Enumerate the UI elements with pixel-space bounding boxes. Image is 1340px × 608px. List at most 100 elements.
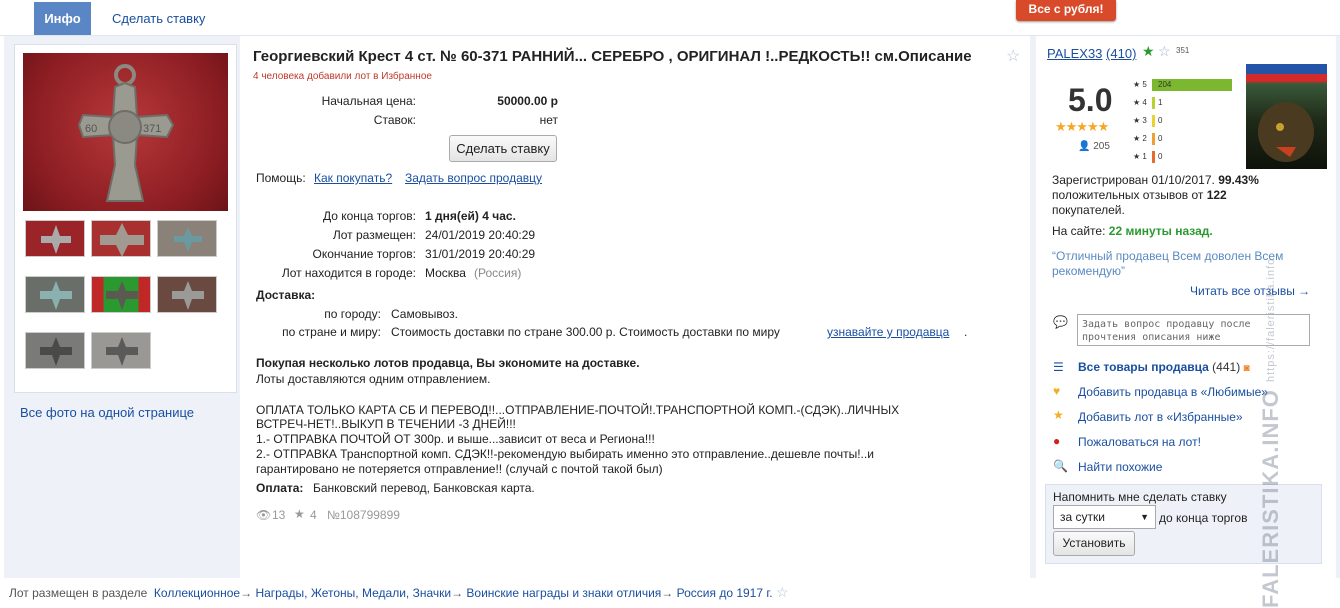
- registered: Зарегистрирован 01/10/2017. 99.43%: [1052, 173, 1259, 187]
- start-price-value: 50000.00 р: [497, 94, 558, 108]
- payment-value: Банковский перевод, Банковская карта.: [313, 481, 535, 495]
- rating-bar: [1152, 133, 1155, 145]
- breadcrumb: Лот размещен в разделе Коллекционное→ На…: [9, 584, 789, 600]
- save-notice: Покупая несколько лотов продавца, Вы эко…: [256, 356, 640, 370]
- description-line: 1.- ОТПРАВКА ПОЧТОЙ ОТ 300р. и выше...за…: [256, 432, 655, 446]
- ends-label: До конца торгов:: [322, 209, 416, 223]
- make-bid-button[interactable]: Сделать ставку: [449, 135, 557, 162]
- lot-number: №108799899: [327, 508, 400, 522]
- rating-row-label: ★ 5: [1133, 80, 1147, 89]
- reminder-label: Напомнить мне сделать ставку: [1053, 490, 1227, 504]
- main-photo[interactable]: 60 371: [23, 53, 228, 211]
- end-label: Окончание торгов:: [312, 247, 417, 261]
- rating-row-count: 1: [1158, 98, 1163, 107]
- delivery-label: Доставка:: [256, 288, 316, 302]
- all-reviews-link[interactable]: Читать все отзывы →: [1190, 284, 1310, 298]
- rating-row-count: 0: [1158, 116, 1163, 125]
- buyers-label: покупателей.: [1052, 203, 1125, 217]
- thumbnail-7[interactable]: [25, 332, 85, 369]
- reviews-count: 👤 205: [1078, 141, 1110, 152]
- rating-row-count: 0: [1158, 134, 1163, 143]
- lot-title: Георгиевский Крест 4 ст. № 60-371 РАННИЙ…: [253, 48, 972, 65]
- list-icon: ☰: [1053, 360, 1064, 374]
- green-star-icon: ★: [1142, 43, 1155, 59]
- rating-row-label: ★ 3: [1133, 116, 1147, 125]
- heart-icon: ♥: [1053, 384, 1061, 398]
- views-count: 13: [272, 508, 286, 522]
- search-icon: 🔍: [1053, 459, 1068, 473]
- all-photos-link[interactable]: Все фото на одной странице: [20, 405, 194, 420]
- world-delivery-value: Стоимость доставки по стране 300.00 р. С…: [391, 325, 780, 339]
- star-icon: ★: [1053, 408, 1064, 422]
- save-text: Лоты доставляются одним отправлением.: [256, 372, 491, 386]
- bids-value: нет: [539, 113, 558, 127]
- chat-icon: 💬: [1053, 315, 1068, 329]
- top-tab-bar: Инфо Сделать ставку Все с рубля!: [0, 0, 1340, 36]
- rating-row-label: ★ 4: [1133, 98, 1147, 107]
- rating-row-count: 204: [1158, 80, 1172, 89]
- favorite-star-icon[interactable]: ☆: [1006, 46, 1020, 66]
- set-reminder-button[interactable]: Установить: [1053, 531, 1135, 556]
- add-lot-favorite-link[interactable]: Добавить лот в «Избранные»: [1078, 410, 1243, 424]
- ask-delivery-link[interactable]: узнавайте у продавца: [827, 325, 949, 339]
- outline-star-icon: ☆: [1158, 43, 1171, 59]
- eye-icon: 👁: [256, 508, 272, 522]
- rating-row-label: ★ 2: [1133, 134, 1147, 143]
- rating-row-label: ★ 1: [1133, 152, 1147, 161]
- rating-stars-icon: ★★★★★: [1055, 119, 1109, 134]
- online-status: На сайте: 22 минуты назад.: [1052, 224, 1213, 238]
- medal-number-left: 60: [85, 123, 97, 135]
- thumbnail-5[interactable]: [91, 276, 151, 313]
- reminder-suffix: до конца торгов: [1159, 511, 1248, 525]
- thumbnail-6[interactable]: [157, 276, 217, 313]
- complain-link[interactable]: Пожаловаться на лот!: [1078, 435, 1201, 449]
- placed-label: Лот размещен:: [332, 228, 416, 242]
- thumbnail-8[interactable]: [91, 332, 151, 369]
- find-similar-link[interactable]: Найти похожие: [1078, 460, 1162, 474]
- promo-badge[interactable]: Все с рубля!: [1016, 0, 1116, 21]
- watermark: FALERISTIKA.INFO https://faleristika.inf…: [1258, 257, 1283, 608]
- description-line: ВСТРЕЧ-НЕТ!..ВЫКУП В ТЕЧЕНИИ -3 ДНЕЙ!!!: [256, 417, 516, 431]
- ask-seller-link[interactable]: Задать вопрос продавцу: [405, 171, 542, 185]
- thumbnail-4[interactable]: [25, 276, 85, 313]
- seller-rating: 5.0: [1068, 82, 1113, 118]
- help-label: Помощь:: [256, 171, 306, 185]
- description-line: гарантировано не потеряется отправление!…: [256, 462, 663, 476]
- seller-name-link[interactable]: PALEX33 (410): [1047, 46, 1136, 61]
- photo-gallery: 60 371: [14, 44, 237, 393]
- country-value: (Россия): [474, 266, 522, 280]
- placed-value: 24/01/2019 20:40:29: [425, 228, 536, 242]
- rating-bar: [1152, 97, 1155, 109]
- review-quote: “Отличный продавец Всем доволен Всем: [1052, 249, 1284, 263]
- payment-label: Оплата:: [256, 481, 304, 495]
- alert-icon: ●: [1053, 434, 1061, 448]
- thumbnail-3[interactable]: [157, 220, 217, 257]
- review-quote-2: рекомендую”: [1052, 264, 1125, 278]
- stars-count: 4: [310, 508, 317, 522]
- world-delivery-label: по стране и миру:: [282, 325, 381, 339]
- rating-bar: [1152, 115, 1155, 127]
- favorites-count: 4 человека добавили лот в Избранное: [253, 71, 432, 82]
- tab-make-bid[interactable]: Сделать ставку: [112, 2, 205, 35]
- description-line: ОПЛАТА ТОЛЬКО КАРТА СБ И ПЕРЕВОД!!...ОТП…: [256, 403, 900, 417]
- seller-avatar[interactable]: [1246, 47, 1327, 169]
- small-count: 351: [1176, 46, 1190, 55]
- reminder-select[interactable]: за сутки ▼: [1053, 505, 1156, 529]
- how-to-buy-link[interactable]: Как покупать?: [314, 171, 392, 185]
- rating-bar: [1152, 151, 1155, 163]
- add-seller-favorite-link[interactable]: Добавить продавца в «Любимые»: [1078, 385, 1268, 399]
- city-delivery-label: по городу:: [324, 307, 381, 321]
- city-label: Лот находится в городе:: [281, 266, 416, 280]
- ends-value: 1 дня(ей) 4 час.: [425, 209, 516, 223]
- city-delivery-value: Самовывоз.: [391, 307, 459, 321]
- all-goods-link[interactable]: Все товары продавца (441) ◙: [1078, 360, 1250, 374]
- thumbnail-1[interactable]: [25, 220, 85, 257]
- medal-number-right: 371: [143, 123, 161, 135]
- breadcrumb-star-icon[interactable]: ☆: [776, 584, 789, 600]
- thumbnail-2[interactable]: [91, 220, 151, 257]
- bids-label: Ставок:: [373, 113, 416, 127]
- positive-reviews: положительных отзывов от 122: [1052, 188, 1227, 202]
- description-line: 2.- ОТПРАВКА Транспортной комп. СДЭК!!-р…: [256, 447, 874, 461]
- tab-info[interactable]: Инфо: [34, 2, 91, 35]
- rss-icon[interactable]: ◙: [1244, 363, 1250, 374]
